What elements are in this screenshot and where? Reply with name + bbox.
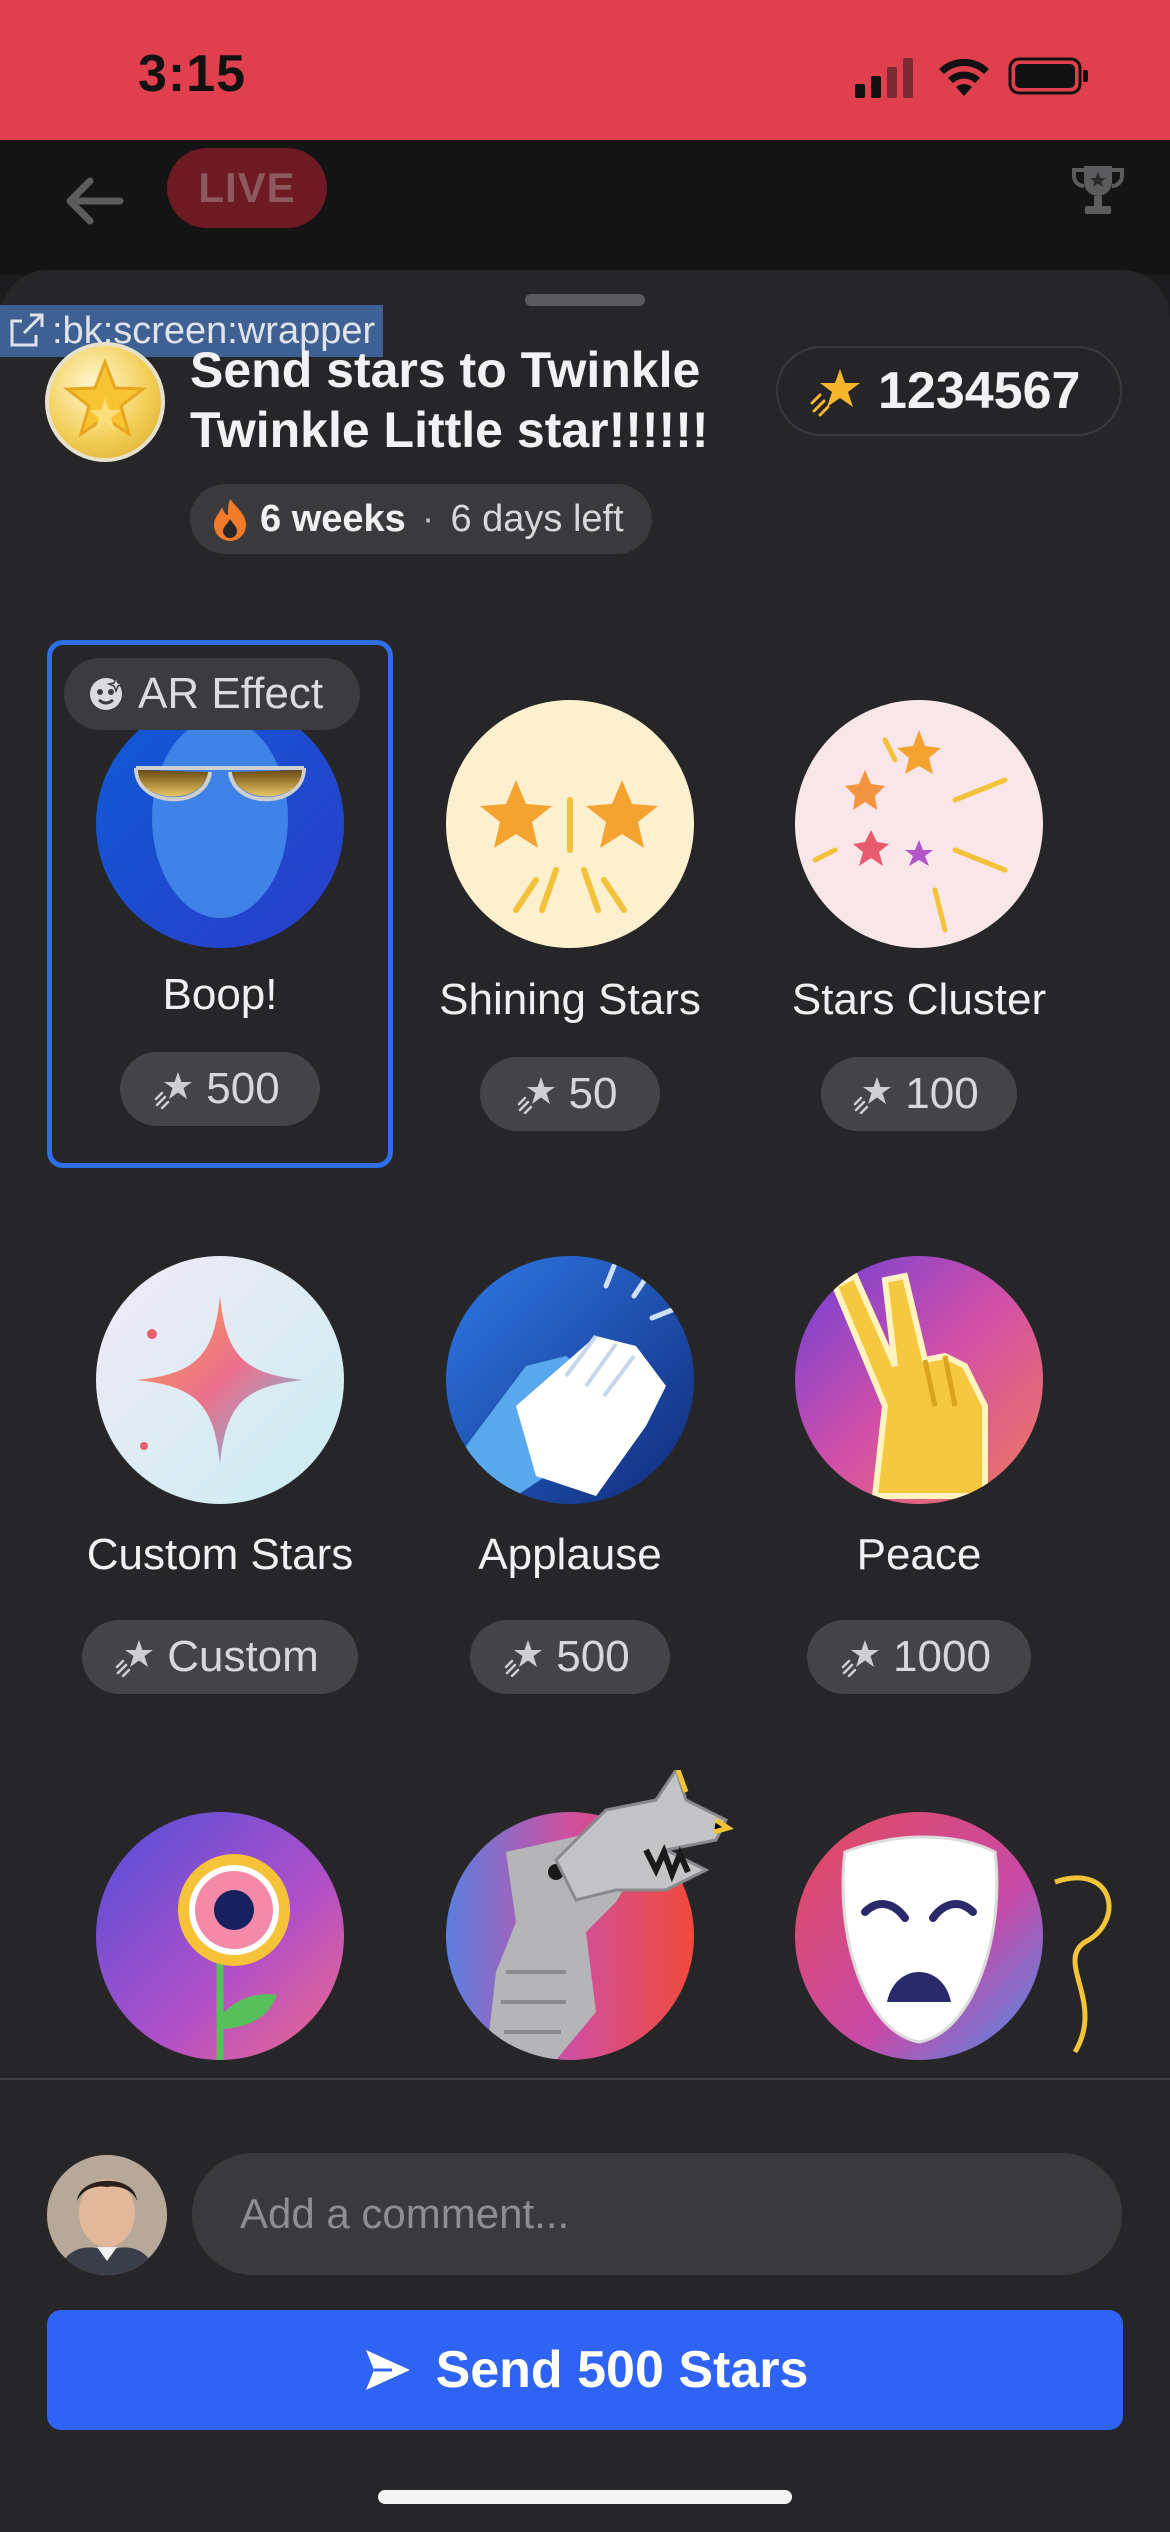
flame-icon xyxy=(214,499,246,541)
gift-image xyxy=(96,1256,344,1504)
gift-price-value: Custom xyxy=(167,1632,319,1681)
ar-face-effect-icon xyxy=(90,675,126,710)
gift-image xyxy=(795,700,1043,948)
peace-hand-icon xyxy=(795,1256,1043,1504)
gift-price: 50 xyxy=(480,1057,660,1131)
gift-price: 500 xyxy=(470,1620,670,1694)
wifi-icon xyxy=(939,58,989,96)
star-balance-value: 1234567 xyxy=(878,362,1081,420)
gift-name: Peace xyxy=(856,1530,982,1579)
user-photo xyxy=(47,2155,167,2275)
gift-image xyxy=(446,1256,694,1504)
gift-name: Stars Cluster xyxy=(791,975,1047,1024)
comment-input[interactable] xyxy=(192,2153,1122,2275)
bottom-bar xyxy=(0,2080,1170,2532)
cellular-signal-icon xyxy=(855,58,913,98)
streak-days-left: 6 days left xyxy=(450,497,624,540)
send-stars-button[interactable]: Send 500 Stars xyxy=(47,2310,1123,2430)
live-badge: LIVE xyxy=(167,148,327,228)
gift-custom-stars[interactable]: Custom Stars Custom xyxy=(46,1256,394,1776)
dragon-head-icon xyxy=(554,1770,734,1902)
sunglasses-face-icon xyxy=(96,700,344,948)
external-link-icon xyxy=(10,313,44,347)
gift-name: Shining Stars xyxy=(439,975,701,1024)
streak-pill: 6 weeks · 6 days left xyxy=(190,484,652,554)
gift-image xyxy=(795,1256,1043,1504)
gift-price-value: 100 xyxy=(905,1069,979,1118)
gift-image xyxy=(446,700,694,948)
battery-icon xyxy=(1008,57,1088,95)
flower-icon xyxy=(96,1812,344,2060)
clapping-hands-icon xyxy=(446,1256,694,1504)
status-time: 3:15 xyxy=(138,45,247,103)
status-bar: 3:15 xyxy=(0,0,1170,140)
gift-price-value: 50 xyxy=(568,1069,618,1118)
star-balance-icon xyxy=(810,369,860,417)
home-indicator xyxy=(378,2490,792,2504)
custom-star-sparkle-icon xyxy=(96,1256,344,1504)
streak-separator: · xyxy=(421,497,435,540)
sheet-title: Send stars to Twinkle Twinkle Little sta… xyxy=(190,342,709,458)
ar-effect-label: AR Effect xyxy=(138,669,324,718)
ribbon-icon xyxy=(1054,1875,1112,2054)
gift-flower[interactable] xyxy=(46,1812,394,2060)
gift-drama-mask[interactable] xyxy=(745,1812,1112,2060)
gift-price: 1000 xyxy=(807,1620,1031,1694)
streak-weeks: 6 weeks xyxy=(260,497,406,540)
gift-name: Boop! xyxy=(162,970,278,1019)
gift-price: Custom xyxy=(82,1620,358,1694)
gift-price: 100 xyxy=(821,1057,1017,1131)
ar-effect-badge: AR Effect xyxy=(64,658,360,730)
gift-image xyxy=(96,700,344,948)
send-stars-label: Send 500 Stars xyxy=(435,2341,809,2399)
gift-stars-cluster[interactable]: Stars Cluster 100 xyxy=(745,700,1093,1220)
trophy-icon[interactable] xyxy=(1068,160,1128,220)
star-small-icon xyxy=(517,1077,555,1114)
gift-image xyxy=(96,1812,344,2060)
star-small-icon xyxy=(854,1077,892,1114)
gift-price-value: 500 xyxy=(556,1632,630,1681)
gift-name: Custom Stars xyxy=(86,1530,354,1579)
gift-name: Applause xyxy=(478,1530,662,1579)
shining-stars-icon xyxy=(446,700,694,948)
star-small-icon xyxy=(155,1072,193,1109)
send-icon xyxy=(365,2350,410,2390)
gift-applause[interactable]: Applause 500 xyxy=(396,1256,744,1776)
gift-image xyxy=(795,1812,1043,2060)
drama-mask-icon xyxy=(795,1812,1043,2060)
user-avatar xyxy=(47,2155,167,2275)
stars-cluster-icon xyxy=(795,700,1043,948)
sheet-grabber[interactable] xyxy=(525,294,645,306)
gift-dragon[interactable] xyxy=(396,1770,744,2060)
gift-boop[interactable]: Boop! 500 xyxy=(46,700,394,1220)
star-balance[interactable]: 1234567 xyxy=(776,346,1122,436)
star-small-icon xyxy=(841,1640,880,1677)
gold-star-icon xyxy=(63,358,147,438)
star-small-icon xyxy=(115,1640,154,1677)
gift-price-value: 500 xyxy=(206,1064,280,1113)
star-small-icon xyxy=(505,1640,543,1677)
creator-avatar xyxy=(45,342,165,462)
gift-price-value: 1000 xyxy=(893,1632,991,1681)
back-arrow-icon[interactable] xyxy=(60,166,130,236)
gift-shining-stars[interactable]: Shining Stars 50 xyxy=(396,700,744,1220)
gift-price: 500 xyxy=(120,1052,320,1126)
gift-peace[interactable]: Peace 1000 xyxy=(745,1256,1093,1776)
